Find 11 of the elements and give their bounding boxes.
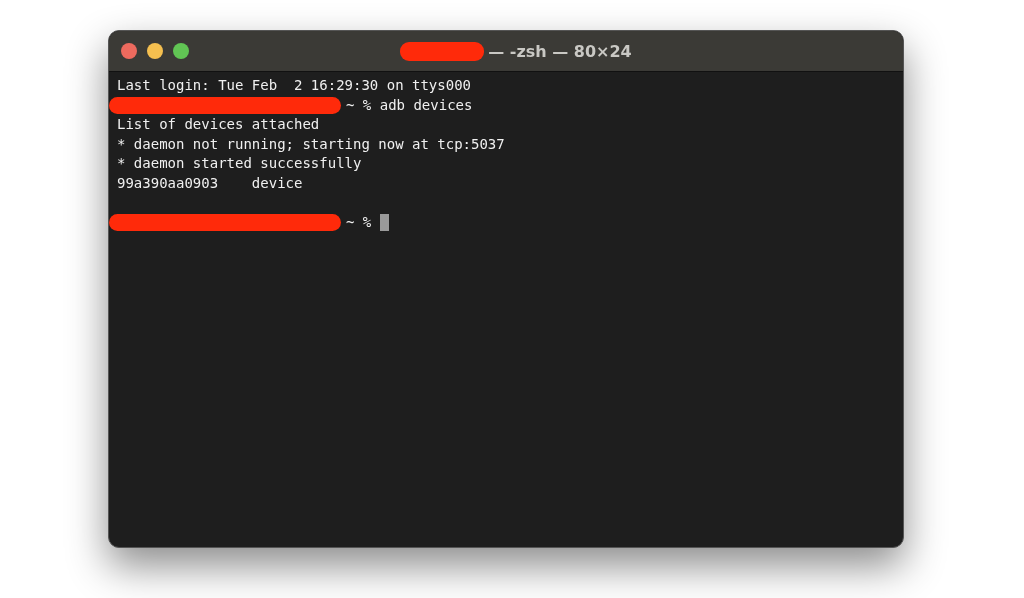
terminal-output: Last login: Tue Feb 2 16:29:30 on ttys000 — [117, 76, 471, 95]
close-button[interactable] — [121, 43, 137, 59]
terminal-output: * daemon not running; starting now at tcp:5037 — [117, 134, 505, 154]
terminal-output: List of devices attached — [117, 115, 320, 134]
command-prompt: ~ % — [346, 212, 372, 232]
zoom-button[interactable] — [173, 43, 189, 59]
terminal-output: * daemon started successfully — [117, 154, 362, 173]
window-title: — -zsh — 80×24 — [488, 41, 632, 61]
minimize-button[interactable] — [147, 43, 163, 59]
terminal-output: 99a390aa0903 device — [117, 173, 303, 193]
command-prompt: ~ % adb devices — [346, 95, 473, 115]
